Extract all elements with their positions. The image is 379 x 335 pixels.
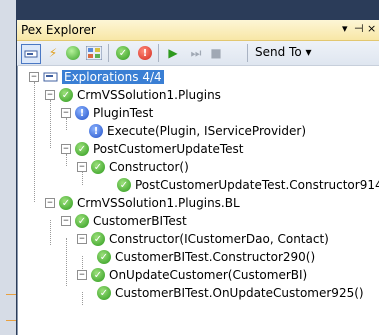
tree-item-label: PluginTest [93,106,154,120]
tree-item[interactable]: − CrmVSSolution1.Plugins.BL [45,194,240,212]
toolbar-separator [247,44,248,62]
tree-item[interactable]: − PluginTest [61,104,153,122]
tree-item-label: CustomerBITest.Constructor290() [115,250,316,264]
tree-item[interactable]: − OnUpdateCustomer(CustomerBI) [77,266,307,284]
toolbar: ⚡ ! ▶ ⏭ ■ Send To ▾ [17,41,379,66]
failed-filter-icon[interactable]: ! [136,44,154,62]
tree-item[interactable]: PostCustomerUpdateTest.Constructor914() [117,176,379,194]
collapse-toggle[interactable]: − [77,234,87,244]
tree-connector [50,220,51,245]
grid-icon[interactable] [85,44,103,62]
window-titlebar: Pex Explorer ▾ ⊣ × [17,20,379,41]
tree-item-label: Constructor() [109,160,189,174]
collapse-toggle[interactable]: − [45,198,55,208]
check-icon [116,46,130,60]
tree-root-item[interactable]: − Explorations 4/4 [29,68,164,86]
tree-item-label: CrmVSSolution1.Plugins [77,88,221,102]
explorations-icon [43,72,58,82]
explore-icon[interactable] [21,44,41,64]
tree-connector [82,292,83,305]
editor-marker [6,320,16,321]
tree-item[interactable]: − CustomerBITest [61,212,187,230]
passed-icon [59,88,73,102]
collapse-toggle[interactable]: − [77,162,87,172]
lightning-icon[interactable]: ⚡ [44,44,62,62]
tree-item[interactable]: Execute(Plugin, IServiceProvider) [89,122,306,140]
collapse-toggle[interactable]: − [61,144,71,154]
tree-item[interactable]: CustomerBITest.Constructor290() [97,248,315,266]
collapse-toggle[interactable]: − [61,216,71,226]
tree-connector [66,238,67,286]
passed-filter-icon[interactable] [114,44,132,62]
warning-icon [89,124,103,138]
toolbar-separator [108,44,109,62]
tree-item-label: CustomerBITest.OnUpdateCustomer925() [115,286,364,300]
gem-icon-glyph [66,46,80,60]
tree-item-label: Execute(Plugin, IServiceProvider) [107,124,307,138]
play-icon[interactable]: ▶ [164,44,182,62]
tree-item[interactable]: − Constructor(ICustomerDao, Contact) [77,230,329,248]
tree-item-label: PostCustomerUpdateTest.Constructor914() [135,178,379,192]
tree-connector [50,100,51,148]
dropdown-arrow-icon[interactable]: ▾ [342,22,348,35]
collapse-toggle[interactable]: − [45,90,55,100]
send-to-button[interactable]: Send To ▾ [255,45,312,59]
explore-icon-glyph [24,50,38,58]
tree-item-label: CrmVSSolution1.Plugins.BL [77,196,240,210]
stop-icon[interactable]: ■ [207,44,225,62]
passed-icon [97,250,111,264]
tree-item-label: OnUpdateCustomer(CustomerBI) [109,268,308,282]
tree-item[interactable]: − Constructor() [77,158,189,176]
warning-icon [75,106,89,120]
collapse-toggle[interactable]: − [61,108,71,118]
editor-marker [6,294,16,295]
toolbar-separator [158,44,159,62]
tree-item-label: PostCustomerUpdateTest [93,142,244,156]
passed-icon [97,286,111,300]
left-editor-strip [0,0,16,335]
tree-connector [34,82,35,202]
collapse-toggle[interactable]: − [29,72,39,82]
tree-item-label: Explorations 4/4 [62,70,164,84]
pin-icon[interactable]: ⊣ [354,22,364,35]
tree-item-label: Constructor(ICustomerDao, Contact) [109,232,329,246]
tree-item[interactable]: CustomerBITest.OnUpdateCustomer925() [97,284,364,302]
step-icon[interactable]: ⏭ [187,44,205,62]
grid-icon-glyph [86,46,102,60]
collapse-toggle[interactable]: − [77,270,87,280]
gem-icon[interactable] [64,44,82,62]
tree-item[interactable]: − PostCustomerUpdateTest [61,140,244,158]
window-title: Pex Explorer [21,23,96,37]
passed-icon [91,268,105,282]
tree-item-label: CustomerBITest [93,214,187,228]
passed-icon [75,142,89,156]
close-button[interactable]: × [367,22,376,35]
passed-icon [91,160,105,174]
explorations-tree: − Explorations 4/4 − CrmVSSolution1.Plug… [17,66,379,335]
passed-icon [59,196,73,210]
passed-icon [117,178,131,192]
error-icon: ! [138,46,152,60]
tree-item[interactable]: − CrmVSSolution1.Plugins [45,86,221,104]
passed-icon [91,232,105,246]
passed-icon [75,214,89,228]
